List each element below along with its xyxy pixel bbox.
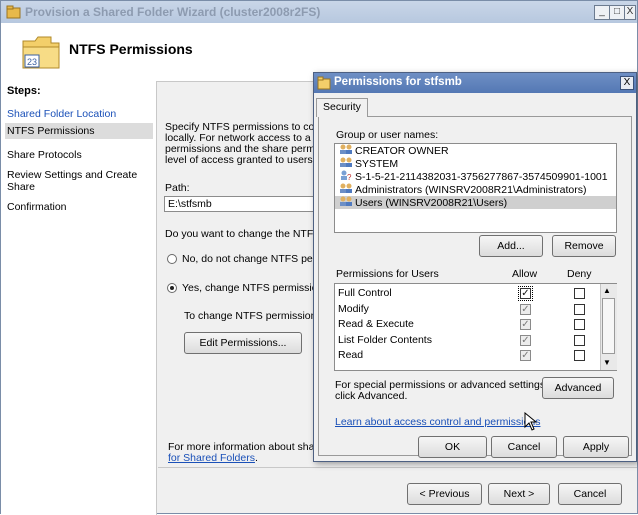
step-shared-folder-location[interactable]: Shared Folder Location [5, 108, 153, 120]
scrollbar-thumb[interactable] [602, 298, 615, 354]
allow-checkbox[interactable]: ✓ [518, 286, 533, 301]
user-list-item[interactable]: CREATOR OWNER [335, 144, 616, 157]
permission-name: List Folder Contents [338, 333, 432, 346]
ok-button[interactable]: OK [418, 436, 487, 458]
deny-checkbox[interactable] [574, 319, 585, 330]
deny-checkbox[interactable] [574, 334, 585, 346]
radio-yes-change[interactable] [167, 283, 177, 293]
add-button[interactable]: Add... [479, 235, 543, 257]
unknown-user-icon: ? [339, 170, 353, 182]
radio-no-label[interactable]: No, do not change NTFS perm [182, 253, 325, 265]
scroll-up-arrow-icon[interactable]: ▲ [603, 286, 611, 295]
permission-row: Modify ✓ [336, 302, 600, 318]
advanced-button[interactable]: Advanced [542, 377, 614, 399]
permission-name: Modify [338, 302, 369, 315]
change-question: Do you want to change the NTFS [165, 228, 321, 240]
users-group-icon [339, 144, 353, 155]
dialog-title: Permissions for stfsmb [334, 76, 462, 88]
users-group-icon [339, 157, 353, 168]
radio-no-change[interactable] [167, 254, 177, 264]
special-permissions-text-2: click Advanced. [335, 390, 408, 402]
user-name: CREATOR OWNER [355, 145, 449, 157]
user-list-item[interactable]: Users (WINSRV2008R21\Users) [335, 196, 616, 209]
permissions-list-rows: Full Control ✓ Modify ✓ Read & Execute ✓ List … [336, 286, 600, 364]
permissions-header: Permissions for Users [336, 268, 439, 280]
user-list-item[interactable]: ? S-1-5-21-2114382031-3756277867-35745099… [335, 170, 616, 183]
users-group-icon [339, 183, 353, 194]
remove-button[interactable]: Remove [552, 235, 616, 257]
user-name: SYSTEM [355, 158, 399, 170]
mouse-cursor-icon [524, 412, 538, 431]
dialog-close-button[interactable]: X [620, 76, 634, 90]
allow-header: Allow [512, 268, 538, 280]
steps-pane [1, 81, 157, 515]
permission-row: List Folder Contents ✓ [336, 333, 600, 349]
svg-text:?: ? [347, 173, 352, 181]
allow-checkbox[interactable]: ✓ [520, 303, 531, 315]
permissions-dialog: Permissions for stfsmb X Security Group … [313, 72, 637, 462]
user-name: Administrators (WINSRV2008R21\Administra… [355, 184, 587, 196]
step-share-protocols[interactable]: Share Protocols [5, 149, 153, 161]
dialog-cancel-button[interactable]: Cancel [491, 436, 557, 458]
allow-checkbox[interactable]: ✓ [520, 350, 531, 361]
user-list-item[interactable]: Administrators (WINSRV2008R21\Administra… [335, 183, 616, 196]
permission-name: Read & Execute [338, 318, 414, 330]
folder-icon [317, 76, 331, 90]
users-list-rows: CREATOR OWNER SYSTEM? S-1-5-21-2114382031-… [335, 144, 616, 209]
allow-checkbox[interactable]: ✓ [520, 319, 531, 330]
user-list-item[interactable]: SYSTEM [335, 157, 616, 170]
permissions-scrollbar[interactable]: ▲ ▼ [600, 284, 617, 370]
wizard-app-icon [6, 5, 21, 19]
apply-button[interactable]: Apply [563, 436, 629, 458]
description-line: level of access granted to users an [165, 154, 328, 166]
more-info-suffix: . [254, 452, 258, 464]
path-label: Path: [165, 182, 190, 194]
tab-security[interactable]: Security [316, 98, 368, 117]
next-button[interactable]: Next > [488, 483, 550, 505]
steps-heading: Steps: [7, 85, 41, 97]
previous-button[interactable]: < Previous [407, 483, 482, 505]
permission-name: Read [338, 349, 364, 361]
shared-folder-icon: 23 [22, 36, 60, 69]
step-confirmation[interactable]: Confirmation [5, 201, 153, 213]
cancel-button[interactable]: Cancel [558, 483, 622, 505]
page-title: NTFS Permissions [69, 41, 193, 57]
deny-checkbox[interactable] [574, 350, 585, 361]
user-name: Users (WINSRV2008R21\Users) [355, 197, 508, 209]
svg-text:23: 23 [27, 57, 37, 67]
dialog-titlebar[interactable]: Permissions for stfsmb X [314, 73, 636, 93]
step-ntfs-permissions[interactable]: NTFS Permissions [5, 123, 153, 139]
users-group-icon [339, 196, 353, 207]
minimize-button[interactable]: _ [594, 5, 610, 20]
permission-row: Full Control ✓ [336, 286, 600, 302]
radio-yes-label[interactable]: Yes, change NTFS permission [182, 282, 323, 294]
shared-folders-help-link[interactable]: for Shared Folders [168, 452, 255, 464]
close-button[interactable]: X [624, 5, 636, 20]
wizard-title: Provision a Shared Folder Wizard (cluste… [25, 5, 321, 19]
deny-header: Deny [567, 268, 592, 280]
edit-permissions-button[interactable]: Edit Permissions... [184, 332, 302, 354]
permission-row: Read & Execute ✓ [336, 317, 600, 333]
footer-divider [158, 467, 637, 468]
scroll-down-arrow-icon[interactable]: ▼ [603, 358, 611, 367]
more-info-line: for Shared Folders. [168, 452, 258, 464]
wizard-titlebar[interactable]: Provision a Shared Folder Wizard (cluste… [1, 1, 637, 23]
maximize-button[interactable]: □ [609, 5, 625, 20]
step-review-settings[interactable]: Review Settings and Create Share [5, 169, 143, 193]
permission-name: Full Control [338, 287, 392, 299]
learn-permissions-link[interactable]: Learn about access control and permissio… [335, 416, 540, 428]
allow-checkbox[interactable]: ✓ [520, 334, 531, 346]
deny-checkbox[interactable] [574, 288, 585, 299]
group-label: Group or user names: [336, 129, 439, 141]
user-name: S-1-5-21-2114382031-3756277867-357450990… [355, 171, 608, 183]
change-instruction: To change NTFS permissions, [184, 310, 325, 322]
path-field[interactable]: E:\stfsmb [164, 196, 316, 212]
deny-checkbox[interactable] [574, 303, 585, 315]
permission-row: Read ✓ [336, 348, 600, 364]
